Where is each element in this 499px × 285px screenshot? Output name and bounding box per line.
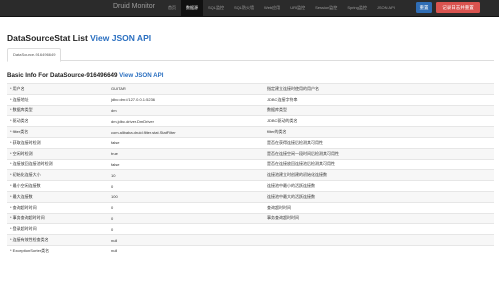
row-description: 指定建立连接时使用的用户名 <box>264 83 494 95</box>
table-row: * 用户名 GUITAR 指定建立连接时使用的用户名 <box>7 83 494 95</box>
table-row: * 获取连接时检测 false 是否在获得连接后检测其可用性 <box>7 136 494 149</box>
tab-datasource[interactable]: DataSource-916496649 <box>7 48 62 62</box>
row-description: JDBC驱动的类名 <box>264 115 494 127</box>
nav-item-webapp[interactable]: Web应用 <box>259 0 285 16</box>
table-row: * 最小空闲连接数 0 连接池中最小的活跃连接数 <box>7 180 494 192</box>
nav-item-spring[interactable]: Spring监控 <box>342 0 372 16</box>
table-row: * 连接地址 jdbc:dm://127.0.0.1:5236 JDBC连接字符串 <box>7 93 494 106</box>
row-value: false <box>108 158 264 170</box>
row-name: * 初始化连接大小 <box>7 169 108 181</box>
row-description: 是否在连接放回连接池后检测其可用性 <box>264 158 494 170</box>
row-description <box>264 244 494 256</box>
nav-item-sql[interactable]: SQL监控 <box>203 0 229 16</box>
row-description: filter的类名 <box>264 126 494 138</box>
table-row: * 驱动类名 dm.jdbc.driver.DmDriver JDBC驱动的类名 <box>7 115 494 127</box>
row-name: * 事务查询超时时间 <box>7 212 108 224</box>
table-row: * 初始化连接大小 10 连接池建立时创建的初始化连接数 <box>7 169 494 181</box>
row-name: * 空闲时检测 <box>7 147 108 160</box>
section-json-api-link[interactable]: View JSON API <box>119 72 163 79</box>
row-value: 10 <box>108 169 264 181</box>
nav-menu: 首页 数据源 SQL监控 SQL防火墙 Web应用 URI监控 Session监… <box>163 0 400 16</box>
row-name: * ExceptionSorter类名 <box>7 244 108 256</box>
row-value: true <box>108 147 264 160</box>
row-name: * 最小空闲连接数 <box>7 180 108 192</box>
nav-item-json-api[interactable]: JSON API <box>372 0 400 16</box>
row-value: 0 <box>108 180 264 192</box>
row-value: jdbc:dm://127.0.0.1:5236 <box>108 93 264 106</box>
section-title: Basic Info For DataSource-916496649 View… <box>7 72 164 79</box>
row-name: * 连接有效性检查类名 <box>7 234 108 246</box>
brand-title[interactable]: Druid Monitor <box>113 3 155 10</box>
row-value: null <box>108 234 264 246</box>
row-value: null <box>108 244 264 256</box>
row-value: 100 <box>108 190 264 203</box>
log-and-reset-button[interactable]: 记录日志并重置 <box>436 2 480 13</box>
row-description <box>264 234 494 246</box>
nav-item-wall[interactable]: SQL防火墙 <box>229 0 259 16</box>
row-value: false <box>108 136 264 149</box>
table-row: * 登录超时时间 0 <box>7 223 494 235</box>
row-name: * 数据库类型 <box>7 104 108 116</box>
row-description: 是否在获得连接后检测其可用性 <box>264 136 494 149</box>
row-name: * 用户名 <box>7 83 108 95</box>
row-name: * 登录超时时间 <box>7 223 108 235</box>
table-row: * 事务查询超时时间 0 事务查询超时时间 <box>7 212 494 224</box>
section-title-text: Basic Info For DataSource-916496649 <box>7 72 118 79</box>
row-description: 数据库类型 <box>264 104 494 116</box>
row-description: 连接池中最小的活跃连接数 <box>264 180 494 192</box>
reset-button[interactable]: 重置 <box>416 2 432 13</box>
row-name: * 最大连接数 <box>7 190 108 203</box>
row-description: JDBC连接字符串 <box>264 93 494 106</box>
row-name: * 获取连接时检测 <box>7 136 108 149</box>
row-value: GUITAR <box>108 83 264 95</box>
row-name: * 连接放回连接池时检测 <box>7 158 108 170</box>
nav-item-session[interactable]: Session监控 <box>310 0 342 16</box>
nav-item-home[interactable]: 首页 <box>163 0 181 16</box>
basic-info-table: * 用户名 GUITAR 指定建立连接时使用的用户名 * 连接地址 jdbc:dm://… <box>7 83 494 256</box>
row-value: 0 <box>108 212 264 224</box>
tab-divider <box>7 60 494 61</box>
row-value: dm <box>108 104 264 116</box>
row-name: * 连接地址 <box>7 93 108 106</box>
table-row: * 查询超时时间 0 查询超时时间 <box>7 201 494 214</box>
row-description: 是否在连接空闲一段时间后检测其可用性 <box>264 147 494 160</box>
row-name: * filter类名 <box>7 126 108 138</box>
page-title: DataSourceStat List View JSON API <box>7 33 151 43</box>
table-row: * 连接放回连接池时检测 false 是否在连接放回连接池后检测其可用性 <box>7 158 494 170</box>
nav-item-datasource[interactable]: 数据源 <box>181 0 203 16</box>
row-name: * 驱动类名 <box>7 115 108 127</box>
view-json-api-link[interactable]: View JSON API <box>90 33 151 43</box>
row-description: 连接池建立时创建的初始化连接数 <box>264 169 494 181</box>
row-description: 事务查询超时时间 <box>264 212 494 224</box>
page-title-text: DataSourceStat List <box>7 33 88 43</box>
table-row: * 最大连接数 100 连接池中最大的活跃连接数 <box>7 190 494 203</box>
table-row: * ExceptionSorter类名 null <box>7 244 494 256</box>
row-value: 0 <box>108 223 264 235</box>
row-value: 0 <box>108 201 264 214</box>
row-description <box>264 223 494 235</box>
table-row: * 连接有效性检查类名 null <box>7 234 494 246</box>
table-row: * filter类名 com.alibaba.druid.filter.stat.… <box>7 126 494 138</box>
row-value: dm.jdbc.driver.DmDriver <box>108 115 264 127</box>
table-row: * 数据库类型 dm 数据库类型 <box>7 104 494 116</box>
row-description: 连接池中最大的活跃连接数 <box>264 190 494 203</box>
row-value: com.alibaba.druid.filter.stat.StatFilter <box>108 126 264 138</box>
row-name: * 查询超时时间 <box>7 201 108 214</box>
table-row: * 空闲时检测 true 是否在连接空闲一段时间后检测其可用性 <box>7 147 494 160</box>
top-navbar: Druid Monitor 首页 数据源 SQL监控 SQL防火墙 Web应用 … <box>0 0 499 17</box>
nav-item-uri[interactable]: URI监控 <box>285 0 310 16</box>
row-description: 查询超时时间 <box>264 201 494 214</box>
